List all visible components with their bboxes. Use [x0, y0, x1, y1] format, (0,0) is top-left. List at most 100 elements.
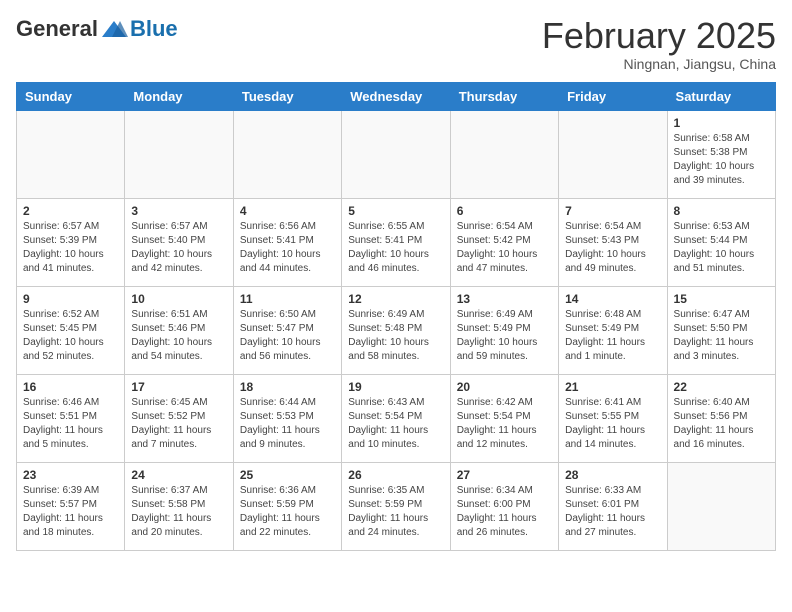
week-row-1: 1Sunrise: 6:58 AM Sunset: 5:38 PM Daylig…	[17, 110, 776, 198]
calendar-cell: 10 Sunrise: 6:51 AM Sunset: 5:46 PM Dayli…	[125, 286, 233, 374]
day-info: Sunrise: 6:33 AM Sunset: 6:01 PM Dayligh…	[565, 484, 660, 540]
day-info: Sunrise: 6:46 AM Sunset: 5:51 PM Dayligh…	[23, 396, 118, 452]
calendar-cell: 23 Sunrise: 6:39 AM Sunset: 5:57 PM Dayli…	[17, 462, 125, 550]
logo-general-text: General	[16, 16, 98, 42]
calendar-cell: 13 Sunrise: 6:49 AM Sunset: 5:49 PM Dayli…	[450, 286, 558, 374]
calendar-cell: 5 Sunrise: 6:55 AM Sunset: 5:41 PM Daylig…	[342, 198, 450, 286]
calendar-cell: 1Sunrise: 6:58 AM Sunset: 5:38 PM Daylig…	[667, 110, 775, 198]
day-number: 13	[457, 292, 552, 306]
day-info: Sunrise: 6:50 AM Sunset: 5:47 PM Dayligh…	[240, 308, 335, 364]
day-number: 26	[348, 468, 443, 482]
calendar-cell	[17, 110, 125, 198]
calendar-cell: 21 Sunrise: 6:41 AM Sunset: 5:55 PM Dayli…	[559, 374, 667, 462]
weekday-header-wednesday: Wednesday	[342, 82, 450, 110]
day-info: Sunrise: 6:39 AM Sunset: 5:57 PM Dayligh…	[23, 484, 118, 540]
day-info: Sunrise: 6:56 AM Sunset: 5:41 PM Dayligh…	[240, 220, 335, 276]
day-info: Sunrise: 6:47 AM Sunset: 5:50 PM Dayligh…	[674, 308, 769, 364]
calendar-cell: 8 Sunrise: 6:53 AM Sunset: 5:44 PM Daylig…	[667, 198, 775, 286]
calendar-cell: 24Sunrise: 6:37 AM Sunset: 5:58 PM Dayli…	[125, 462, 233, 550]
day-number: 17	[131, 380, 226, 394]
day-info: Sunrise: 6:55 AM Sunset: 5:41 PM Dayligh…	[348, 220, 443, 276]
calendar-cell: 12Sunrise: 6:49 AM Sunset: 5:48 PM Dayli…	[342, 286, 450, 374]
page-header: General Blue February 2025 Ningnan, Jian…	[16, 16, 776, 72]
calendar-cell: 26 Sunrise: 6:35 AM Sunset: 5:59 PM Dayli…	[342, 462, 450, 550]
week-row-4: 16 Sunrise: 6:46 AM Sunset: 5:51 PM Dayli…	[17, 374, 776, 462]
calendar-cell: 20Sunrise: 6:42 AM Sunset: 5:54 PM Dayli…	[450, 374, 558, 462]
day-number: 3	[131, 204, 226, 218]
calendar-cell: 19 Sunrise: 6:43 AM Sunset: 5:54 PM Dayli…	[342, 374, 450, 462]
calendar-cell: 15Sunrise: 6:47 AM Sunset: 5:50 PM Dayli…	[667, 286, 775, 374]
day-info: Sunrise: 6:37 AM Sunset: 5:58 PM Dayligh…	[131, 484, 226, 540]
day-number: 9	[23, 292, 118, 306]
month-title: February 2025	[542, 16, 776, 56]
calendar-cell: 3 Sunrise: 6:57 AM Sunset: 5:40 PM Daylig…	[125, 198, 233, 286]
week-row-3: 9 Sunrise: 6:52 AM Sunset: 5:45 PM Daylig…	[17, 286, 776, 374]
calendar-cell: 7Sunrise: 6:54 AM Sunset: 5:43 PM Daylig…	[559, 198, 667, 286]
day-info: Sunrise: 6:57 AM Sunset: 5:40 PM Dayligh…	[131, 220, 226, 276]
calendar-cell: 17 Sunrise: 6:45 AM Sunset: 5:52 PM Dayli…	[125, 374, 233, 462]
calendar-cell: 4 Sunrise: 6:56 AM Sunset: 5:41 PM Daylig…	[233, 198, 341, 286]
day-number: 19	[348, 380, 443, 394]
logo-icon	[100, 19, 128, 39]
day-info: Sunrise: 6:53 AM Sunset: 5:44 PM Dayligh…	[674, 220, 769, 276]
weekday-header-row: SundayMondayTuesdayWednesdayThursdayFrid…	[17, 82, 776, 110]
day-number: 10	[131, 292, 226, 306]
day-number: 14	[565, 292, 660, 306]
calendar-cell: 18 Sunrise: 6:44 AM Sunset: 5:53 PM Dayli…	[233, 374, 341, 462]
calendar-cell	[342, 110, 450, 198]
calendar-table: SundayMondayTuesdayWednesdayThursdayFrid…	[16, 82, 776, 551]
day-info: Sunrise: 6:49 AM Sunset: 5:49 PM Dayligh…	[457, 308, 552, 364]
day-number: 4	[240, 204, 335, 218]
day-number: 21	[565, 380, 660, 394]
location-subtitle: Ningnan, Jiangsu, China	[542, 56, 776, 72]
calendar-cell: 6Sunrise: 6:54 AM Sunset: 5:42 PM Daylig…	[450, 198, 558, 286]
day-info: Sunrise: 6:40 AM Sunset: 5:56 PM Dayligh…	[674, 396, 769, 452]
day-info: Sunrise: 6:43 AM Sunset: 5:54 PM Dayligh…	[348, 396, 443, 452]
day-info: Sunrise: 6:44 AM Sunset: 5:53 PM Dayligh…	[240, 396, 335, 452]
day-number: 8	[674, 204, 769, 218]
weekday-header-tuesday: Tuesday	[233, 82, 341, 110]
day-info: Sunrise: 6:45 AM Sunset: 5:52 PM Dayligh…	[131, 396, 226, 452]
calendar-cell	[233, 110, 341, 198]
day-info: Sunrise: 6:49 AM Sunset: 5:48 PM Dayligh…	[348, 308, 443, 364]
week-row-2: 2 Sunrise: 6:57 AM Sunset: 5:39 PM Daylig…	[17, 198, 776, 286]
day-number: 23	[23, 468, 118, 482]
day-number: 22	[674, 380, 769, 394]
day-info: Sunrise: 6:36 AM Sunset: 5:59 PM Dayligh…	[240, 484, 335, 540]
day-number: 28	[565, 468, 660, 482]
logo-blue-text: Blue	[130, 16, 178, 42]
day-number: 16	[23, 380, 118, 394]
day-number: 6	[457, 204, 552, 218]
day-info: Sunrise: 6:42 AM Sunset: 5:54 PM Dayligh…	[457, 396, 552, 452]
day-info: Sunrise: 6:34 AM Sunset: 6:00 PM Dayligh…	[457, 484, 552, 540]
calendar-cell: 28 Sunrise: 6:33 AM Sunset: 6:01 PM Dayli…	[559, 462, 667, 550]
day-info: Sunrise: 6:52 AM Sunset: 5:45 PM Dayligh…	[23, 308, 118, 364]
calendar-cell: 2 Sunrise: 6:57 AM Sunset: 5:39 PM Daylig…	[17, 198, 125, 286]
calendar-cell	[450, 110, 558, 198]
week-row-5: 23 Sunrise: 6:39 AM Sunset: 5:57 PM Dayli…	[17, 462, 776, 550]
day-number: 18	[240, 380, 335, 394]
day-info: Sunrise: 6:41 AM Sunset: 5:55 PM Dayligh…	[565, 396, 660, 452]
day-info: Sunrise: 6:51 AM Sunset: 5:46 PM Dayligh…	[131, 308, 226, 364]
weekday-header-thursday: Thursday	[450, 82, 558, 110]
weekday-header-saturday: Saturday	[667, 82, 775, 110]
day-number: 1	[674, 116, 769, 130]
calendar-cell: 14 Sunrise: 6:48 AM Sunset: 5:49 PM Dayli…	[559, 286, 667, 374]
calendar-cell	[559, 110, 667, 198]
day-number: 2	[23, 204, 118, 218]
title-area: February 2025 Ningnan, Jiangsu, China	[542, 16, 776, 72]
calendar-cell: 25Sunrise: 6:36 AM Sunset: 5:59 PM Dayli…	[233, 462, 341, 550]
day-number: 7	[565, 204, 660, 218]
day-number: 5	[348, 204, 443, 218]
calendar-cell	[125, 110, 233, 198]
day-info: Sunrise: 6:57 AM Sunset: 5:39 PM Dayligh…	[23, 220, 118, 276]
day-info: Sunrise: 6:35 AM Sunset: 5:59 PM Dayligh…	[348, 484, 443, 540]
day-info: Sunrise: 6:48 AM Sunset: 5:49 PM Dayligh…	[565, 308, 660, 364]
calendar-cell: 16 Sunrise: 6:46 AM Sunset: 5:51 PM Dayli…	[17, 374, 125, 462]
calendar-cell: 22 Sunrise: 6:40 AM Sunset: 5:56 PM Dayli…	[667, 374, 775, 462]
calendar-cell	[667, 462, 775, 550]
weekday-header-monday: Monday	[125, 82, 233, 110]
calendar-cell: 9 Sunrise: 6:52 AM Sunset: 5:45 PM Daylig…	[17, 286, 125, 374]
calendar-cell: 11Sunrise: 6:50 AM Sunset: 5:47 PM Dayli…	[233, 286, 341, 374]
weekday-header-sunday: Sunday	[17, 82, 125, 110]
